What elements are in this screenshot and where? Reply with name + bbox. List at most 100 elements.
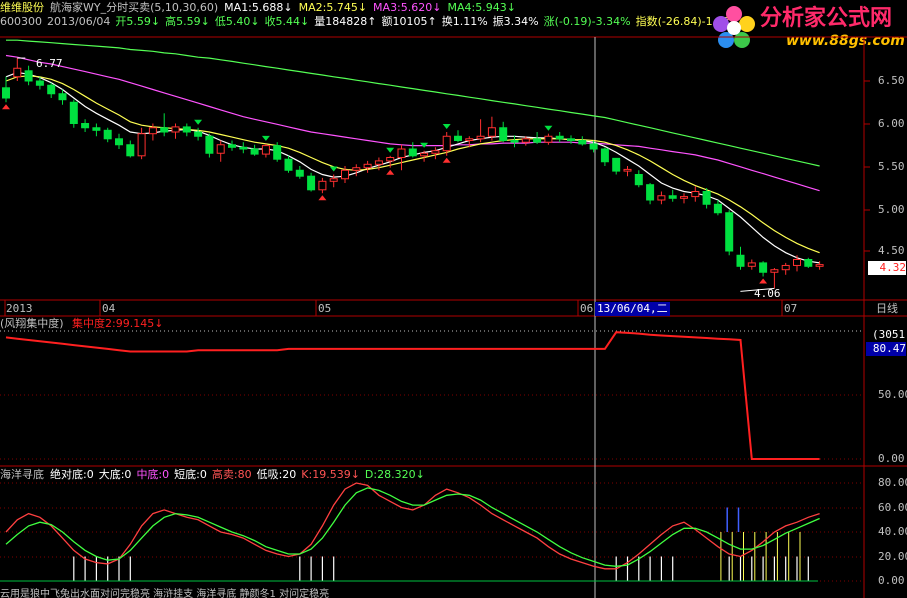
candle-body (770, 269, 779, 273)
low-price-label: 4.06 (754, 287, 781, 300)
panel2-value-tag: 80.47 (866, 342, 906, 356)
sell-signal-marker-0 (194, 119, 203, 125)
candle-body (126, 144, 135, 157)
period-label[interactable]: 日线 (876, 302, 898, 316)
x-label-04: 04 (102, 302, 116, 315)
buy-signal-marker-4 (759, 278, 768, 284)
candle-body (363, 163, 372, 169)
kd-line-k (5, 482, 820, 570)
panel3-y-tick-20: 20.00 (878, 550, 907, 563)
candle-body (92, 127, 101, 131)
candle-body (499, 127, 508, 141)
candle-body (815, 264, 824, 267)
panel3-y-tick-80: 80.00 (878, 476, 907, 489)
candle-body (634, 174, 643, 186)
panel3-field-6: K:19.539↓ (301, 468, 360, 481)
sell-signal-marker-2 (329, 166, 338, 172)
x-label-06: 06 (580, 302, 594, 315)
candle-body (759, 262, 768, 273)
sell-signal-marker-5 (442, 124, 451, 129)
candle-body (612, 157, 621, 172)
candle-body (646, 184, 655, 201)
candle-body (623, 168, 632, 172)
candle-body (465, 138, 474, 142)
candle-body (397, 148, 406, 158)
candle-body (578, 140, 587, 145)
ma-line-ma2 (5, 75, 820, 254)
candle-body (216, 144, 225, 154)
concentration-line (5, 331, 820, 460)
candle-body (589, 143, 598, 150)
candle-body (600, 148, 609, 163)
candle-body (431, 150, 440, 154)
buy-signal-marker-3 (442, 157, 451, 163)
cursor-date-label: 13/06/04,二 (595, 302, 670, 316)
y-tick-550: 5.50 (878, 160, 905, 173)
high-price-label: 6.77 (36, 57, 63, 70)
candle-body (341, 169, 349, 180)
candle-body (487, 127, 496, 137)
last-price-tag: 4.32 (868, 261, 906, 275)
candle-body (386, 157, 395, 162)
candle-body (668, 195, 677, 199)
candle-body (81, 123, 90, 129)
y-tick-450: 4.50 (878, 244, 905, 257)
candle-body (284, 158, 293, 171)
panel2-tag-top: (3051) (872, 328, 907, 341)
candle-body (544, 135, 553, 143)
candle-body (804, 259, 813, 267)
candle-body (329, 178, 338, 182)
candle-body (725, 212, 734, 252)
buy-signal-marker-2 (386, 169, 395, 175)
buy-signal-marker-0 (2, 104, 10, 110)
candle-body (273, 145, 282, 160)
candle-body (13, 67, 22, 78)
candle-body (228, 144, 236, 148)
sell-signal-marker-1 (261, 135, 270, 141)
ma-line-ma1 (5, 71, 820, 264)
candle-body (205, 135, 214, 154)
candle-body (69, 101, 78, 124)
candle-body (182, 126, 191, 133)
candle-body (680, 196, 688, 199)
candle-body (442, 135, 451, 152)
candle-body (115, 138, 123, 146)
candle-body (793, 259, 801, 266)
panel3-field-2: 中底:0 (136, 468, 170, 481)
candle-body (148, 127, 157, 135)
candle-body (567, 138, 575, 142)
panel2-title: (风翔集中度) (0, 317, 64, 330)
sell-signal-marker-6 (544, 125, 553, 131)
panel3-header: 海洋寻底 绝对底:0 大底:0 中底:0 短底:0 高卖:80 低吸:20 K:19.539↓… (0, 468, 430, 482)
stock-chart-window[interactable]: { "header": { "row1": [ {"text": "维维股份",… (0, 0, 907, 598)
candle-body (521, 138, 530, 143)
candle-body (58, 93, 67, 101)
candle-body (295, 169, 304, 177)
formula-name-footer: 云用是狼中飞兔出水面对问完稳亮 海浒挂支 海洋寻底 静颜冬1 对问定稳亮 (0, 589, 330, 598)
candle-body (171, 126, 180, 133)
candle-body (352, 167, 361, 171)
panel3-y-tick-60: 60.00 (878, 501, 907, 514)
candle-body (691, 191, 700, 198)
panel2-y-tick-50: 50.00 (878, 388, 907, 401)
candle-body (702, 191, 711, 205)
candle-body (103, 129, 112, 140)
y-tick-500: 5.00 (878, 203, 905, 216)
candle-body (533, 138, 542, 143)
sell-signal-marker-3 (386, 147, 395, 153)
candle-body (47, 84, 56, 95)
panel3-field-0: 绝对底:0 (50, 468, 94, 481)
panel2-y-tick-0: 0.00 (878, 452, 905, 465)
candle-body (476, 135, 485, 140)
candle-body (454, 135, 462, 141)
candle-body (2, 87, 10, 99)
candle-body (713, 203, 722, 214)
panel3-y-tick-40: 40.00 (878, 525, 907, 538)
candle-body (160, 127, 169, 133)
panel3-field-1: 大底:0 (98, 468, 132, 481)
panel3-field-7: D:28.320↓ (364, 468, 425, 481)
candle-body (35, 80, 44, 86)
kd-line-d (5, 487, 820, 567)
candle-body (555, 135, 564, 140)
candle-body (747, 262, 756, 267)
